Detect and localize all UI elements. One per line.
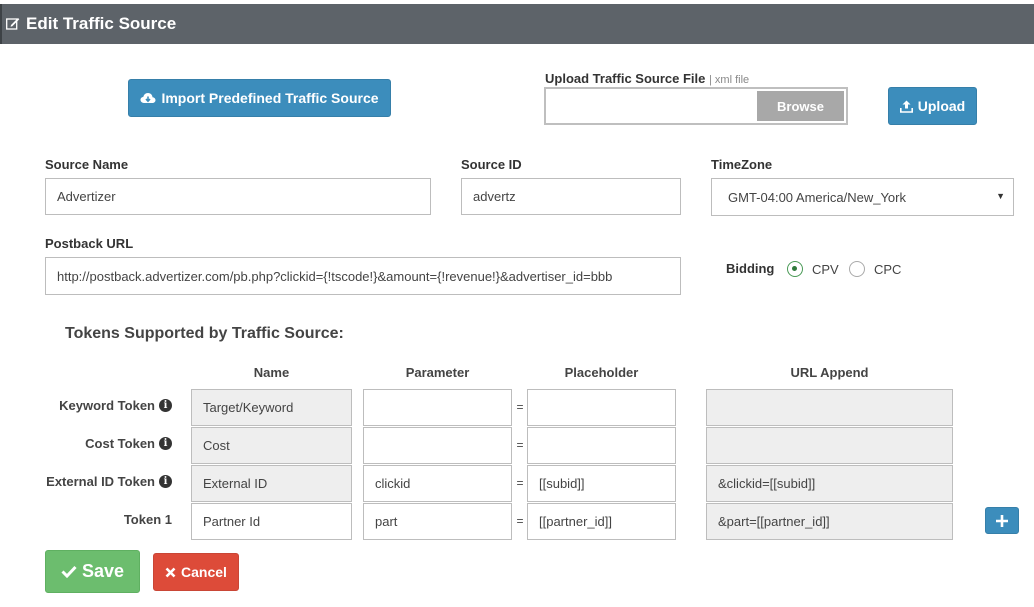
timezone-value: GMT-04:00 America/New_York bbox=[728, 189, 906, 205]
upload-label: Upload bbox=[917, 98, 966, 114]
cancel-label: Cancel bbox=[181, 564, 227, 580]
upload-icon bbox=[899, 100, 913, 113]
equals-sign: = bbox=[516, 476, 524, 490]
keyword-token-placeholder-input[interactable] bbox=[527, 389, 676, 426]
keyword-token-parameter-input[interactable] bbox=[363, 389, 512, 426]
column-header-url-append: URL Append bbox=[790, 365, 869, 380]
upload-file-input[interactable]: Browse bbox=[544, 87, 848, 125]
keyword-token-url-append-field bbox=[706, 389, 953, 426]
bidding-cpv-label: CPV bbox=[812, 262, 839, 277]
page-title: Edit Traffic Source bbox=[26, 14, 177, 33]
postback-url-value: http://postback.advertizer.com/pb.php?cl… bbox=[57, 268, 613, 284]
cost-token-label: Cost Token bbox=[85, 435, 155, 451]
timezone-label: TimeZone bbox=[711, 157, 773, 172]
token-1-name-value: Partner Id bbox=[203, 514, 261, 529]
token-1-parameter-value: part bbox=[375, 514, 398, 529]
info-icon[interactable]: i bbox=[159, 436, 172, 450]
upload-file-label-group: Upload Traffic Source File | xml file bbox=[545, 71, 749, 86]
plus-icon bbox=[996, 514, 1008, 527]
token-1-placeholder-input[interactable]: [[partner_id]] bbox=[527, 503, 676, 540]
cost-token-parameter-input[interactable] bbox=[363, 427, 512, 464]
save-label: Save bbox=[81, 561, 125, 581]
cost-token-name-value: Cost bbox=[203, 438, 230, 453]
cloud-download-icon bbox=[140, 92, 156, 103]
external-id-token-label: External ID Token bbox=[46, 473, 155, 489]
equals-sign: = bbox=[516, 400, 524, 414]
page-header: Edit Traffic Source bbox=[0, 4, 1034, 44]
close-icon bbox=[165, 567, 176, 577]
external-id-token-url-append-field: &clickid=[[subid]] bbox=[706, 465, 953, 502]
edit-icon bbox=[6, 18, 20, 30]
keyword-token-name-value: Target/Keyword bbox=[203, 400, 294, 415]
source-name-value: Advertizer bbox=[57, 189, 116, 204]
external-id-token-name-field: External ID bbox=[191, 465, 352, 502]
upload-file-label: Upload Traffic Source File bbox=[545, 71, 706, 86]
token-1-label: Token 1 bbox=[123, 511, 172, 527]
external-id-token-placeholder-input[interactable]: [[subid]] bbox=[527, 465, 676, 502]
postback-url-input[interactable]: http://postback.advertizer.com/pb.php?cl… bbox=[45, 257, 681, 295]
external-id-token-parameter-value: clickid bbox=[375, 476, 411, 491]
keyword-token-label: Keyword Token bbox=[59, 397, 155, 413]
equals-sign: = bbox=[516, 438, 524, 452]
bidding-cpc-label: CPC bbox=[874, 262, 902, 277]
info-icon[interactable]: i bbox=[159, 474, 172, 488]
token-1-placeholder-value: [[partner_id]] bbox=[539, 514, 612, 529]
token-row-label: External ID Token i bbox=[0, 465, 172, 497]
browse-button[interactable]: Browse bbox=[757, 91, 844, 121]
token-1-parameter-input[interactable]: part bbox=[363, 503, 512, 540]
token-1-url-append-field: &part=[[partner_id]] bbox=[706, 503, 953, 540]
bidding-cpv-radio[interactable] bbox=[787, 261, 803, 277]
source-id-label: Source ID bbox=[461, 157, 522, 172]
token-row-label: Cost Token i bbox=[0, 427, 172, 459]
info-icon[interactable]: i bbox=[159, 398, 172, 412]
external-id-token-url-append-value: &clickid=[[subid]] bbox=[718, 476, 816, 491]
keyword-token-name-field: Target/Keyword bbox=[191, 389, 352, 426]
external-id-token-parameter-input[interactable]: clickid bbox=[363, 465, 512, 502]
external-id-token-name-value: External ID bbox=[203, 476, 268, 491]
bidding-label: Bidding bbox=[726, 261, 775, 276]
import-predefined-label: Import Predefined Traffic Source bbox=[161, 90, 379, 106]
external-id-token-placeholder-value: [[subid]] bbox=[539, 476, 585, 491]
cancel-button[interactable]: Cancel bbox=[153, 553, 239, 591]
cost-token-placeholder-input[interactable] bbox=[527, 427, 676, 464]
header-edge bbox=[0, 4, 2, 44]
tokens-title: Tokens Supported by Traffic Source: bbox=[65, 325, 344, 342]
source-id-value: advertz bbox=[473, 189, 516, 204]
check-icon bbox=[61, 565, 77, 578]
cost-token-url-append-field bbox=[706, 427, 953, 464]
source-id-input[interactable]: advertz bbox=[461, 178, 681, 215]
save-button[interactable]: Save bbox=[45, 550, 140, 593]
cost-token-name-field: Cost bbox=[191, 427, 352, 464]
upload-file-hint: | xml file bbox=[709, 74, 750, 86]
token-row-label: Keyword Token i bbox=[0, 389, 172, 421]
column-header-placeholder: Placeholder bbox=[564, 365, 639, 380]
chevron-down-icon: ▼ bbox=[996, 191, 1005, 201]
timezone-select[interactable]: GMT-04:00 America/New_York ▼ bbox=[711, 178, 1014, 216]
browse-label: Browse bbox=[777, 98, 824, 114]
add-token-button[interactable] bbox=[985, 507, 1019, 534]
import-predefined-button[interactable]: Import Predefined Traffic Source bbox=[128, 79, 391, 117]
equals-sign: = bbox=[516, 514, 524, 528]
postback-url-label: Postback URL bbox=[45, 236, 134, 251]
column-header-parameter: Parameter bbox=[405, 365, 470, 380]
source-name-label: Source Name bbox=[45, 157, 129, 172]
token-row-label: Token 1 bbox=[0, 503, 172, 535]
token-1-name-input[interactable]: Partner Id bbox=[191, 503, 352, 540]
column-header-name: Name bbox=[253, 365, 290, 380]
token-1-url-append-value: &part=[[partner_id]] bbox=[718, 514, 830, 529]
source-name-input[interactable]: Advertizer bbox=[45, 178, 431, 215]
upload-button[interactable]: Upload bbox=[888, 87, 977, 125]
bidding-cpc-radio[interactable] bbox=[849, 261, 865, 277]
